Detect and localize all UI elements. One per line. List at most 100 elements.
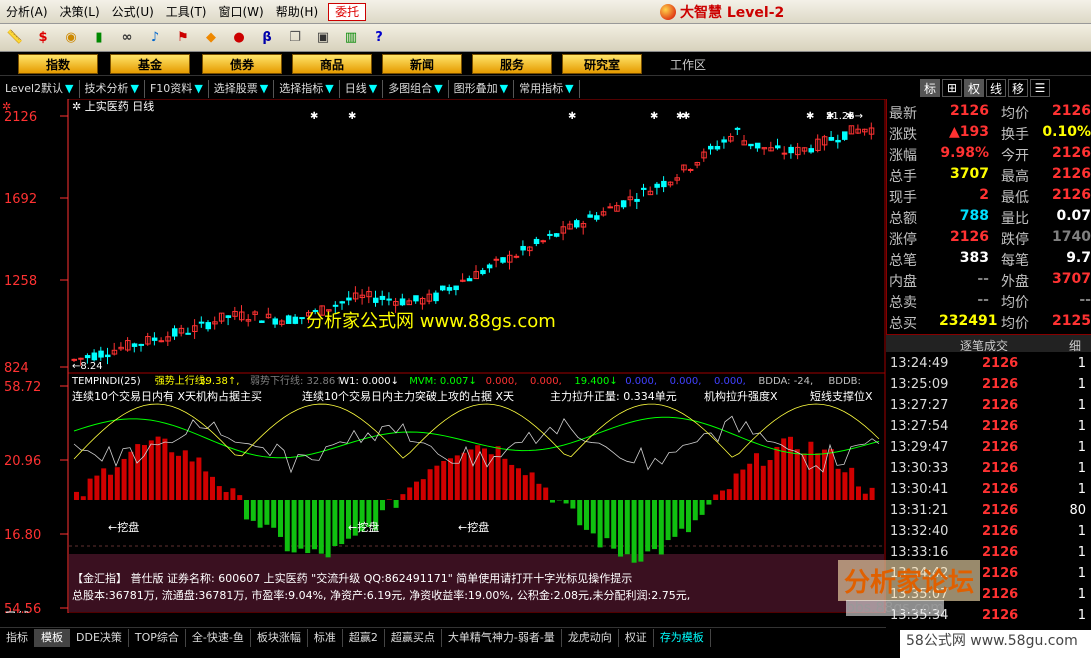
- trades-detail-tab[interactable]: 细: [1069, 337, 1081, 354]
- subbar-item-3[interactable]: 选择股票 ▼: [209, 80, 275, 98]
- candle-body: [466, 278, 473, 282]
- indicator-bar: [638, 500, 644, 562]
- quote-tab-1[interactable]: ⊞: [942, 79, 962, 97]
- indicator-bar: [271, 500, 277, 528]
- workarea-label[interactable]: 工作区: [670, 56, 706, 73]
- quote-value: --: [977, 292, 989, 308]
- tab-6[interactable]: 研究室: [562, 54, 642, 74]
- dig-label: ←挖盘: [348, 520, 379, 534]
- subbar-label: 多图组合: [388, 82, 433, 95]
- indicator-bar: [509, 464, 515, 500]
- indicator-bar: [291, 500, 297, 553]
- quote-tab-0[interactable]: 标: [920, 79, 940, 97]
- kline-chart[interactable]: ✲ 上实医药 日线✲212616921258824✱ ✱ ✱ ✱ ✱✱ ✱ ✱ ✱←8.242…: [0, 99, 886, 634]
- quote-tab-5[interactable]: ☰: [1030, 79, 1050, 97]
- quote-tab-4[interactable]: 移: [1008, 79, 1028, 97]
- indicator-bar: [842, 472, 848, 500]
- window-icon[interactable]: ▣: [312, 27, 334, 49]
- indicator-value: 0.000,: [714, 376, 746, 387]
- quote-label: 均价: [1001, 295, 1029, 311]
- indicator-bar: [101, 468, 107, 500]
- subbar-item-0[interactable]: Level2默认 ▼: [0, 80, 80, 98]
- ruler-icon[interactable]: 📏: [4, 27, 26, 49]
- quote-tab-2[interactable]: 权: [964, 79, 984, 97]
- quote-label: 内盘: [889, 274, 917, 290]
- indicator-bar: [597, 500, 603, 548]
- tab-5[interactable]: 服务: [472, 54, 552, 74]
- candle-body: [748, 143, 754, 147]
- trade-row: 13:32:40 2126 1: [890, 521, 1090, 542]
- menu-item-4[interactable]: 窗口(W): [213, 2, 270, 22]
- tab-3[interactable]: 商品: [292, 54, 372, 74]
- indicator-bar: [230, 488, 236, 500]
- circle-arrow-icon[interactable]: ●: [228, 27, 250, 49]
- indicator-bar: [244, 500, 249, 520]
- menu-item-3[interactable]: 工具(T): [160, 2, 213, 22]
- quote-tab-3[interactable]: 线: [986, 79, 1006, 97]
- trade-qty: 1: [1077, 440, 1086, 455]
- template-tab-8[interactable]: 超赢买点: [385, 628, 442, 647]
- dollar-icon[interactable]: $: [32, 27, 54, 49]
- diamond-icon[interactable]: ◆: [200, 27, 222, 49]
- subbar-item-5[interactable]: 日线 ▼: [340, 80, 384, 98]
- menu-item-0[interactable]: 分析(A): [0, 2, 54, 22]
- bell-icon[interactable]: ♪: [144, 27, 166, 49]
- tab-2[interactable]: 债券: [202, 54, 282, 74]
- subbar-item-2[interactable]: F10资料 ▼: [145, 80, 209, 98]
- subbar-item-4[interactable]: 选择指标 ▼: [274, 80, 340, 98]
- indicator-bar: [176, 455, 181, 500]
- binoculars-icon[interactable]: ∞: [116, 27, 138, 49]
- bars-icon[interactable]: ▮: [88, 27, 110, 49]
- menu-item-6[interactable]: 委托: [328, 2, 367, 21]
- tab-0[interactable]: 指数: [18, 54, 98, 74]
- indicator-label: 连续10个交易日内有 X天机构占据主买: [72, 389, 262, 403]
- forum-url-watermark: bbs.88gs.com: [846, 600, 944, 616]
- menu-item-1[interactable]: 决策(L): [54, 2, 106, 22]
- candle-body: [687, 168, 694, 171]
- indicator-bar: [182, 450, 188, 500]
- candle-body: [413, 295, 419, 302]
- template-tab-5[interactable]: 板块涨幅: [251, 628, 308, 647]
- template-tab-4[interactable]: 全-快速-鱼: [186, 628, 251, 647]
- candle-body: [198, 321, 205, 324]
- menu-item-5[interactable]: 帮助(H): [270, 2, 324, 22]
- indicator-bar: [869, 487, 875, 500]
- menu-item-2[interactable]: 公式(U): [106, 2, 160, 22]
- template-tab-7[interactable]: 超赢2: [343, 628, 385, 647]
- template-tab-0[interactable]: 指标: [0, 628, 35, 647]
- quote-label: 最低: [1001, 190, 1029, 206]
- indicator-bar: [250, 500, 256, 521]
- help-cursor-icon[interactable]: ?: [368, 27, 390, 49]
- template-tab-9[interactable]: 大单精气神力-弱者-量: [442, 628, 562, 647]
- tab-1[interactable]: 基金: [110, 54, 190, 74]
- template-tab-6[interactable]: 标准: [308, 628, 343, 647]
- subbar-item-7[interactable]: 图形叠加 ▼: [449, 80, 515, 98]
- copy-icon[interactable]: ❐: [284, 27, 306, 49]
- books-icon[interactable]: ▥: [340, 27, 362, 49]
- quote-row: 总买 232491 均价 2125: [889, 311, 1091, 332]
- tab-4[interactable]: 新闻: [382, 54, 462, 74]
- subbar-item-8[interactable]: 常用指标 ▼: [514, 80, 580, 98]
- b-icon[interactable]: β: [256, 27, 278, 49]
- quote-row: 涨幅 9.98% 今开 2126: [889, 143, 1091, 164]
- template-tab-1[interactable]: 模板: [35, 628, 70, 647]
- template-tab-3[interactable]: TOP综合: [129, 628, 186, 647]
- subbar-item-6[interactable]: 多图组合 ▼: [383, 80, 449, 98]
- indicator-bar: [325, 500, 331, 558]
- template-tab-12[interactable]: 存为模板: [654, 628, 711, 647]
- subbar-label: 常用指标: [519, 82, 564, 95]
- flag-icon[interactable]: ⚑: [172, 27, 194, 49]
- signal-star-marker: ✱: [682, 111, 690, 122]
- candle-body: [808, 148, 814, 153]
- price-axis-label: 824: [4, 361, 29, 376]
- indicator-bar: [760, 465, 766, 500]
- trade-row: 13:31:21 2126 80: [890, 500, 1090, 521]
- template-tab-2[interactable]: DDE决策: [70, 628, 129, 647]
- indicator-bar: [203, 471, 209, 500]
- subbar-item-1[interactable]: 技术分析 ▼: [80, 80, 145, 98]
- signal-star-marker: ✱: [806, 111, 814, 122]
- template-tab-10[interactable]: 龙虎动向: [562, 628, 619, 647]
- template-tab-11[interactable]: 权证: [619, 628, 654, 647]
- link-icon[interactable]: ◉: [60, 27, 82, 49]
- indicator-axis-label: 16.80: [4, 528, 41, 543]
